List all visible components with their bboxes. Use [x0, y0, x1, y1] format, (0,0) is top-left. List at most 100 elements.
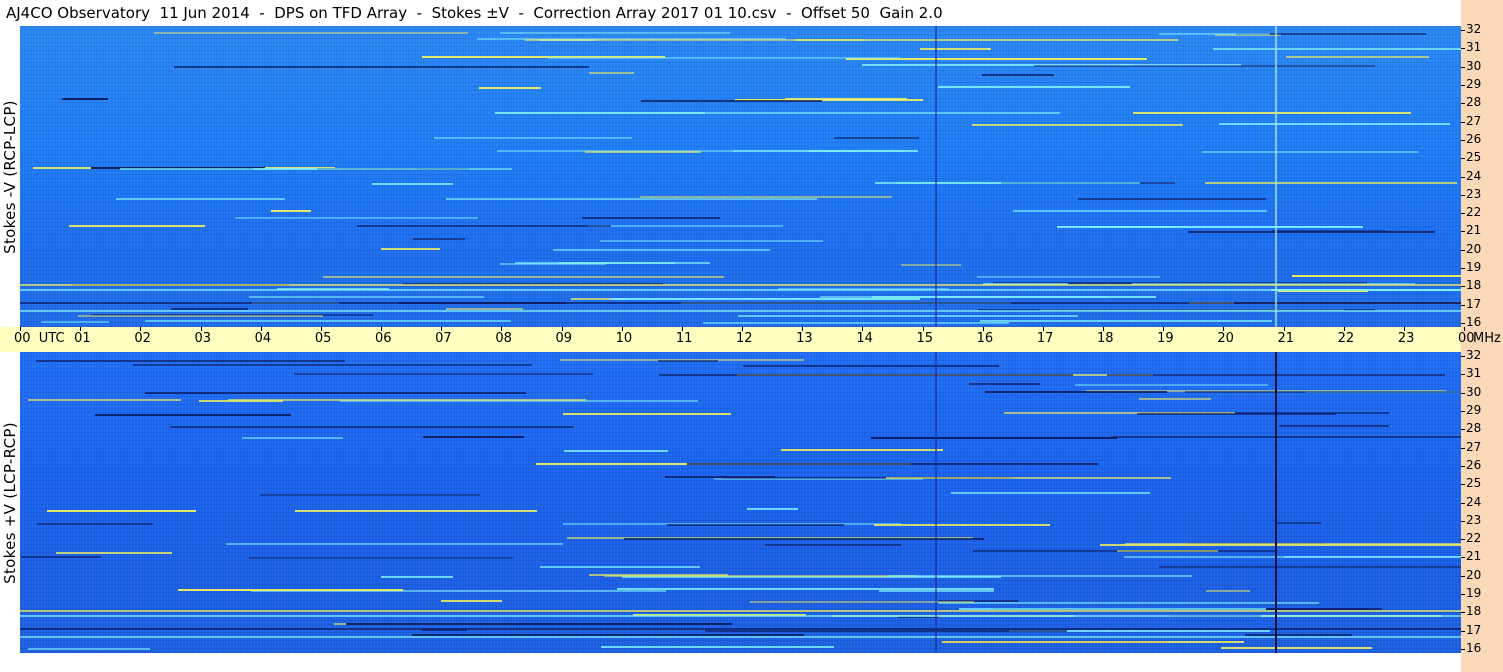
frequency-tick-label: 19 — [1466, 586, 1482, 601]
time-tick — [1042, 327, 1044, 331]
frequency-tick — [1461, 103, 1465, 105]
spectral-streak — [747, 508, 798, 510]
spectral-streak — [564, 450, 668, 452]
frequency-tick — [1461, 268, 1465, 270]
spectral-streak — [69, 225, 205, 227]
frequency-tick-label: 32 — [1466, 22, 1482, 36]
spectral-streak — [1133, 112, 1411, 114]
spectral-streak — [441, 600, 502, 602]
spectral-streak — [540, 566, 700, 568]
time-tick — [260, 327, 262, 331]
spectral-streak — [145, 392, 526, 394]
frequency-tick-label: 27 — [1466, 113, 1482, 128]
spectral-streak — [901, 264, 961, 266]
frequency-tick — [1461, 630, 1465, 632]
spectral-streak — [381, 248, 440, 250]
spectral-streak — [951, 492, 1150, 494]
time-tick-label: 00 UTC — [14, 331, 65, 346]
frequency-tick-label: 21 — [1466, 223, 1482, 238]
spectral-streak — [1125, 543, 1461, 545]
spectral-streak — [372, 183, 453, 185]
time-tick — [922, 327, 924, 331]
time-tick-label: 21 — [1277, 331, 1295, 346]
window-title: AJ4CO Observatory 11 Jun 2014 - DPS on T… — [0, 0, 1461, 26]
time-tick — [381, 327, 382, 331]
spectral-streak — [1185, 391, 1461, 393]
spectral-streak — [781, 449, 943, 451]
frequency-tick — [1461, 231, 1465, 233]
frequency-tick — [1461, 502, 1465, 504]
spectral-streak — [641, 100, 822, 102]
time-tick — [140, 327, 142, 331]
frequency-tick-label: 31 — [1466, 366, 1482, 381]
spectral-streak — [249, 296, 484, 298]
spectral-streak — [750, 601, 974, 603]
frequency-tick — [1461, 612, 1465, 614]
spectral-streak — [226, 543, 563, 545]
frequency-tick-label: 21 — [1466, 549, 1482, 564]
spectral-streak — [705, 630, 1067, 632]
time-tick-label: 01 — [74, 331, 91, 346]
spectral-streak — [21, 556, 101, 558]
frequency-tick-label: 27 — [1466, 439, 1482, 454]
spectral-streak — [687, 463, 1098, 465]
spectrogram-top — [20, 26, 1461, 327]
spectral-streak — [563, 413, 731, 415]
spectral-streak — [1075, 384, 1268, 386]
time-tick-label: 17 — [1036, 331, 1054, 346]
spectral-streak — [834, 137, 919, 139]
time-tick-label: 18 — [1097, 331, 1114, 346]
spectral-streak — [582, 217, 720, 219]
time-tick-label: 11 — [675, 331, 693, 346]
spectral-streak — [1137, 413, 1336, 415]
spectral-streak — [875, 182, 1001, 184]
spectral-band — [20, 310, 1461, 312]
spectral-streak — [585, 151, 701, 153]
top-panel-label-column: Stokes -V (RCP-LCP) — [0, 26, 20, 327]
frequency-tick — [1461, 392, 1465, 394]
spectral-streak — [1111, 436, 1461, 438]
spectral-streak — [1276, 522, 1321, 524]
spectral-streak — [357, 225, 611, 227]
frequency-tick-label: 31 — [1466, 40, 1482, 55]
frequency-tick — [1461, 30, 1465, 31]
spectral-streak — [381, 576, 453, 578]
frequency-tick — [1461, 66, 1465, 68]
time-tick-label: 15 — [916, 331, 934, 346]
frequency-tick-label: 26 — [1466, 131, 1482, 146]
spectral-streak — [982, 74, 1054, 76]
spectral-streak — [977, 276, 1160, 278]
spectral-streak — [323, 276, 724, 278]
spectral-streak — [116, 198, 285, 200]
spectral-streak — [1272, 230, 1386, 232]
frequency-tick — [1461, 176, 1465, 178]
spectral-streak — [62, 98, 108, 100]
time-tick — [1103, 327, 1104, 331]
spectral-streak — [663, 112, 1060, 114]
spectral-streak — [434, 137, 632, 139]
frequency-tick-label: 18 — [1466, 604, 1482, 619]
frequency-tick-label: 22 — [1466, 531, 1482, 546]
spectral-streak — [601, 646, 834, 648]
spectral-streak — [36, 360, 345, 362]
spectral-streak — [47, 510, 196, 512]
frequency-tick — [1461, 649, 1465, 650]
time-tick-label: 04 — [254, 331, 272, 346]
spectral-streak — [1034, 65, 1375, 67]
spectral-streak — [1206, 590, 1250, 592]
spectral-streak — [145, 320, 511, 322]
frequency-tick — [1461, 520, 1465, 522]
frequency-tick — [1461, 84, 1465, 86]
time-axis: 00 UTC 01 02 03 04 05 06 07 08 09 10 11 12 13 14 15 16 17… — [0, 327, 1475, 352]
frequency-tick — [1461, 286, 1465, 288]
spectral-streak — [1205, 182, 1457, 184]
spectral-streak — [479, 87, 541, 89]
time-tick — [1283, 327, 1285, 331]
frequency-tick-label: 22 — [1466, 205, 1482, 220]
spectral-streak — [611, 298, 920, 300]
time-tick-label: 03 — [194, 331, 212, 346]
spectral-streak — [170, 426, 574, 428]
spectral-streak — [886, 477, 1171, 479]
frequency-tick — [1461, 557, 1465, 559]
interference-line — [1275, 26, 1277, 327]
